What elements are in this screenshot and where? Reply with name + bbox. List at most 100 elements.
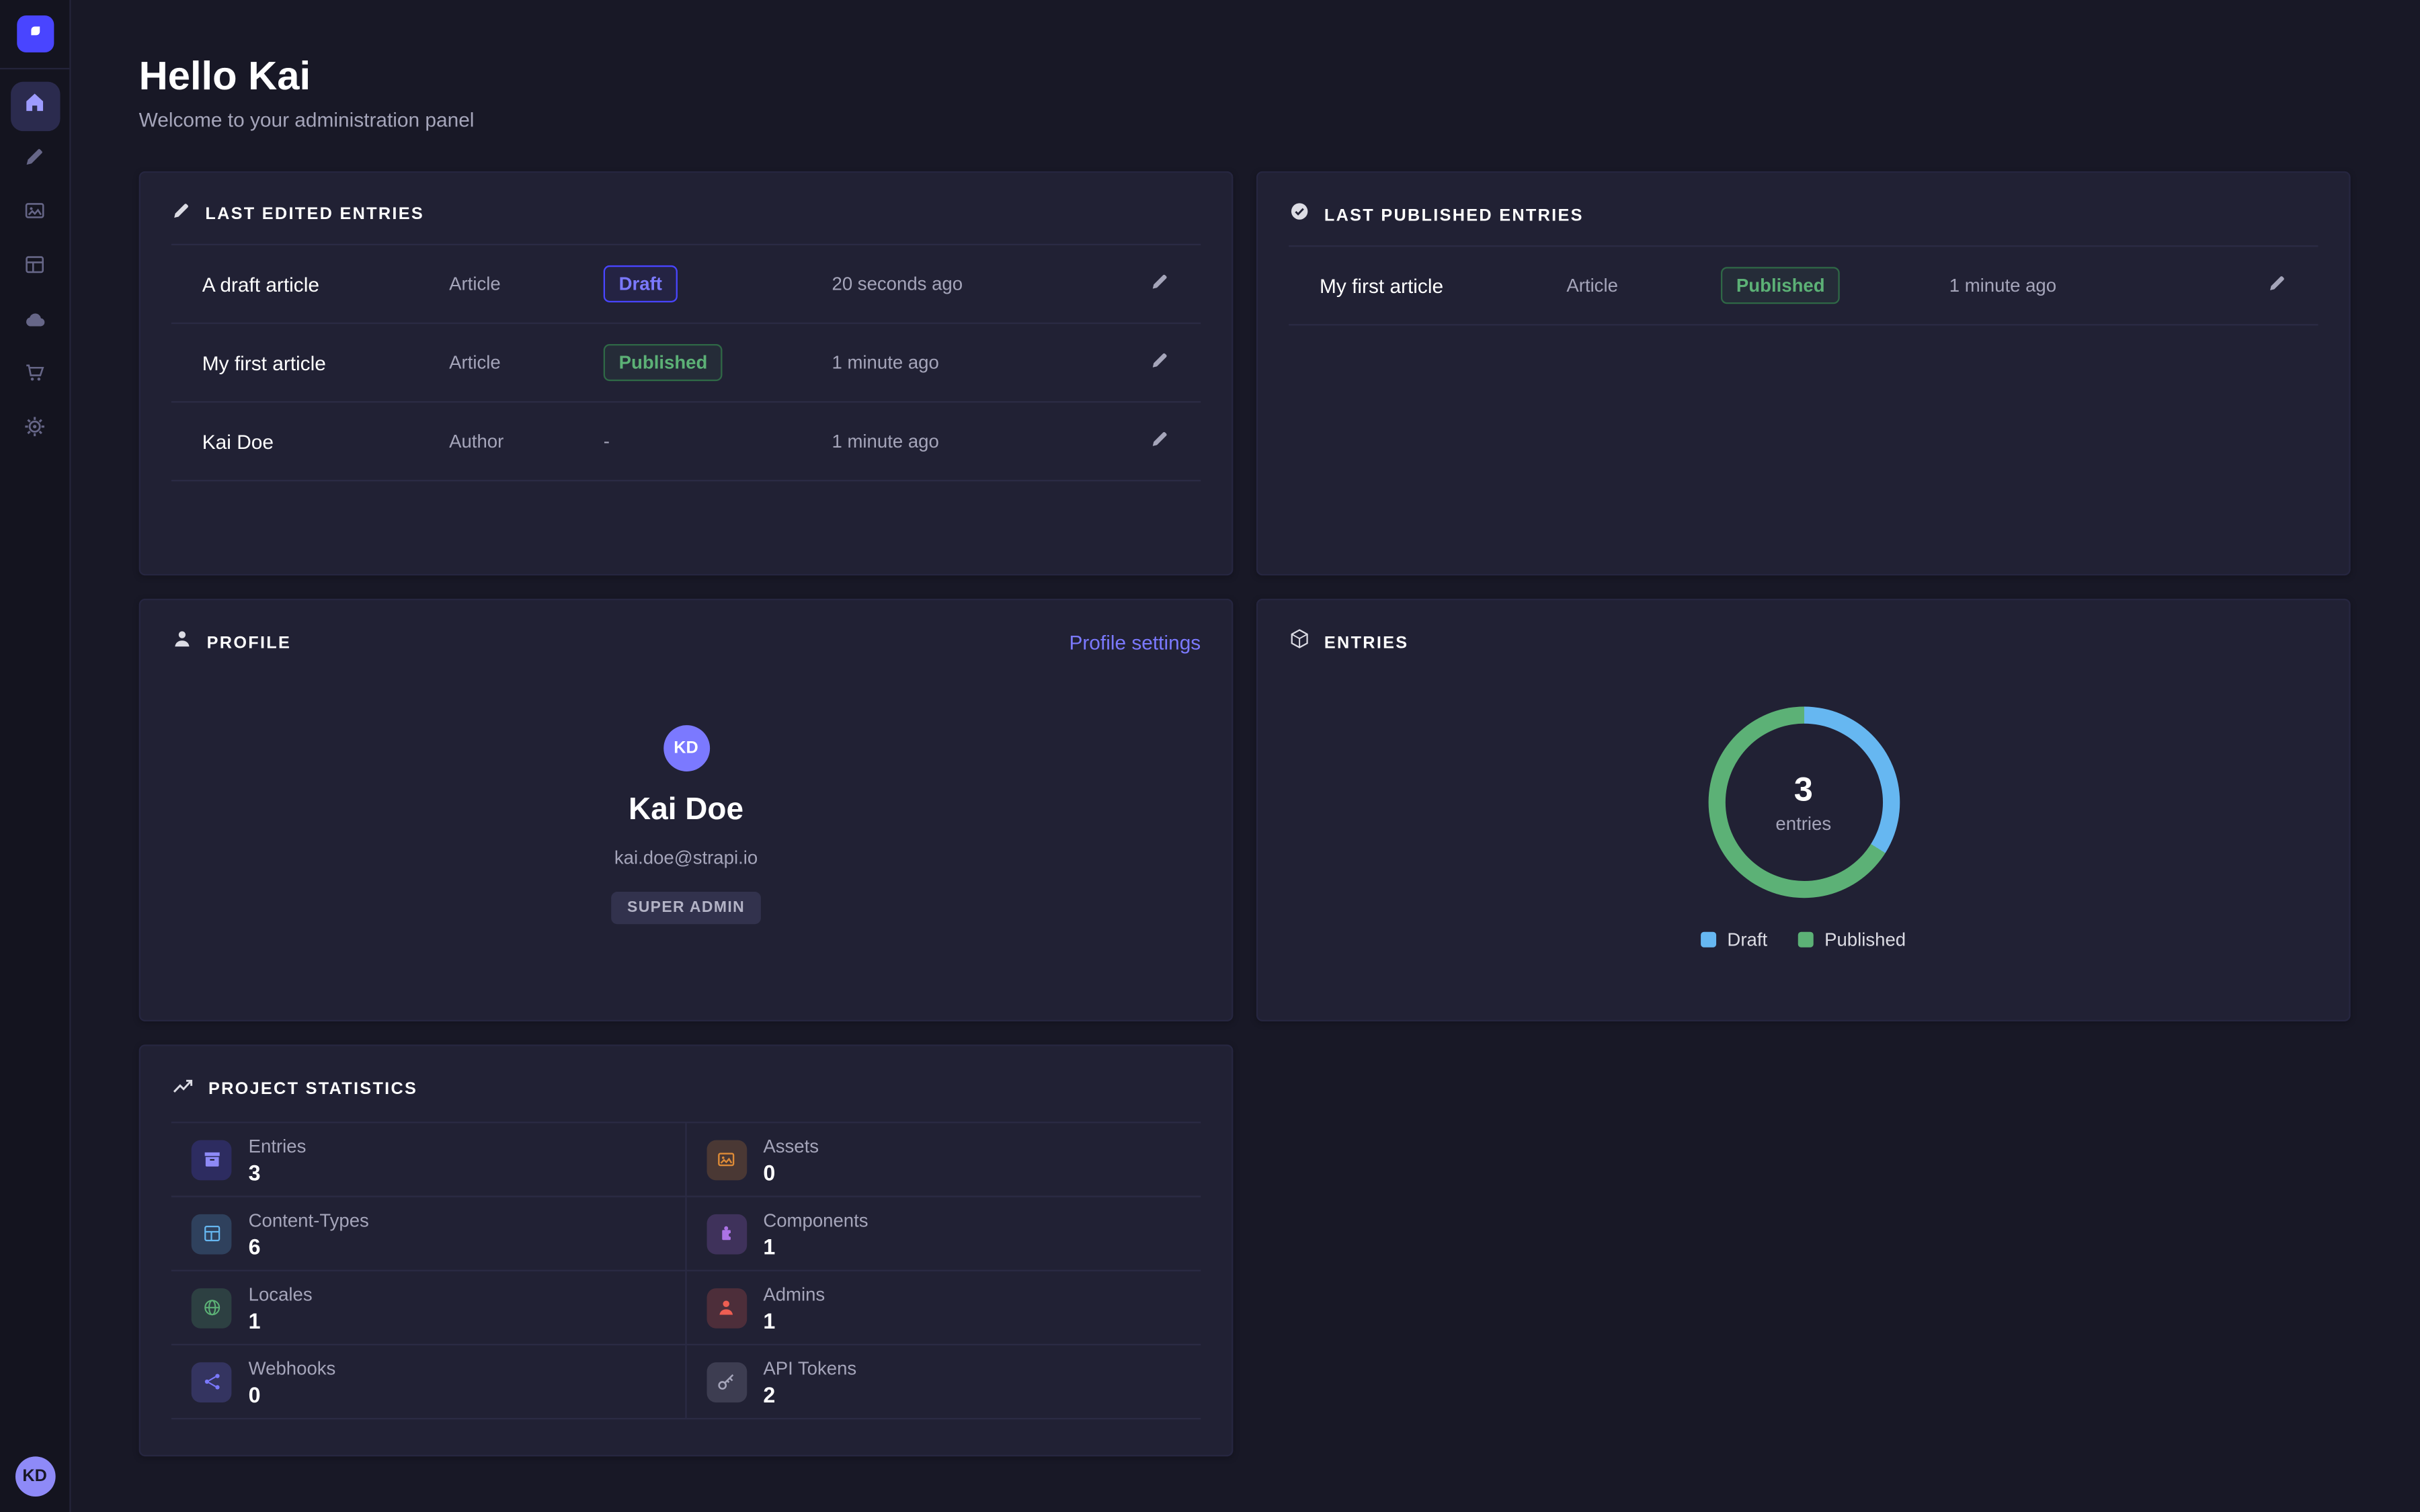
card-profile: PROFILE Profile settings KD Kai Doe kai.… <box>139 599 1234 1021</box>
pencil-icon <box>1150 429 1170 454</box>
grid-layout-icon <box>192 1214 232 1254</box>
stat-locales: Locales1 <box>171 1271 686 1345</box>
sidebar-item-home[interactable] <box>10 82 59 131</box>
profile-email: kai.doe@strapi.io <box>614 847 758 868</box>
stat-value: 3 <box>249 1159 307 1184</box>
sidebar-footer: KD <box>15 1456 55 1512</box>
sidebar: KD <box>0 0 71 1512</box>
check-circle-icon <box>1289 200 1310 230</box>
stat-label: Webhooks <box>249 1357 336 1378</box>
strapi-admin-dashboard: KD Hello Kai Welcome to your administrat… <box>0 0 2420 1512</box>
sidebar-item-marketplace[interactable] <box>10 351 59 401</box>
stat-label: Entries <box>249 1135 307 1157</box>
sidebar-nav <box>10 82 59 456</box>
entry-time: 1 minute ago <box>1949 275 2251 296</box>
dashboard-grid: LAST EDITED ENTRIES A draft article Arti… <box>139 171 2351 1457</box>
edit-entry-button[interactable] <box>1150 350 1170 375</box>
card-last-edited-entries: LAST EDITED ENTRIES A draft article Arti… <box>139 171 1234 576</box>
pencil-icon <box>171 200 192 228</box>
entry-type: Article <box>1566 275 1721 296</box>
stats-grid: Entries3 Assets0 Content-Types6 Componen… <box>171 1122 1201 1419</box>
entry-time: 1 minute ago <box>832 351 1133 373</box>
entries-count: 3 <box>1794 770 1813 810</box>
sidebar-item-deploy[interactable] <box>10 298 59 347</box>
entries-chart: 3 entries Draft Published <box>1289 673 2318 950</box>
pencil-icon <box>2267 273 2288 298</box>
sidebar-item-media-library[interactable] <box>10 190 59 239</box>
image-icon <box>23 199 46 230</box>
card-header: PROJECT STATISTICS <box>171 1074 1201 1105</box>
stat-webhooks: Webhooks 0 <box>171 1345 686 1419</box>
layout-icon <box>23 253 46 284</box>
card-title: PROJECT STATISTICS <box>208 1080 417 1099</box>
card-project-statistics: PROJECT STATISTICS Entries3 Assets0 Co <box>139 1044 1234 1456</box>
profile-avatar: KD <box>663 725 709 771</box>
status-badge: Published <box>604 344 723 381</box>
entry-title: A draft article <box>202 272 449 295</box>
edit-entry-button[interactable] <box>2267 273 2288 298</box>
table-row[interactable]: A draft article Article Draft 20 seconds… <box>171 245 1201 324</box>
gear-icon <box>23 415 46 446</box>
user-icon <box>706 1288 746 1328</box>
stat-value: 1 <box>763 1308 825 1333</box>
role-badge: SUPER ADMIN <box>612 892 760 924</box>
card-header: ENTRIES <box>1289 628 2318 657</box>
status-badge: Draft <box>604 265 678 302</box>
profile-name: Kai Doe <box>629 793 743 829</box>
table-row[interactable]: My first article Article Published 1 min… <box>171 324 1201 403</box>
stat-content-types: Content-Types6 <box>171 1198 686 1271</box>
pencil-ruler-icon <box>23 145 46 176</box>
card-title: LAST PUBLISHED ENTRIES <box>1324 206 1584 225</box>
strapi-logo[interactable] <box>16 15 53 52</box>
sidebar-item-content-type-builder[interactable] <box>10 136 59 185</box>
legend-item-published: Published <box>1798 929 1906 950</box>
entries-count-label: entries <box>1775 813 1831 835</box>
stat-value: 0 <box>249 1382 336 1406</box>
donut-chart: 3 entries <box>1707 707 1899 898</box>
card-header: PROFILE Profile settings <box>171 628 1201 657</box>
stat-assets: Assets0 <box>686 1123 1201 1197</box>
workspace-header <box>0 0 69 69</box>
stat-value: 2 <box>763 1382 856 1406</box>
card-title: ENTRIES <box>1324 633 1409 652</box>
legend-label: Published <box>1824 929 1906 950</box>
cart-icon <box>23 361 46 392</box>
key-icon <box>706 1361 746 1402</box>
draft-swatch-icon <box>1701 932 1716 948</box>
status-badge: Published <box>1721 267 1841 304</box>
entry-type: Article <box>449 273 604 294</box>
stat-value: 0 <box>763 1159 819 1184</box>
status-dash: - <box>604 431 832 452</box>
page-header: Hello Kai Welcome to your administration… <box>139 52 2351 131</box>
user-icon <box>171 628 193 657</box>
stat-label: Assets <box>763 1135 819 1157</box>
table-row[interactable]: My first article Article Published 1 min… <box>1289 247 2318 325</box>
pencil-icon <box>1150 350 1170 375</box>
edit-entry-button[interactable] <box>1150 271 1170 296</box>
image-icon <box>706 1140 746 1180</box>
stat-entries: Entries3 <box>171 1123 686 1197</box>
pencil-icon <box>1150 271 1170 296</box>
globe-icon <box>192 1288 232 1328</box>
puzzle-icon <box>706 1214 746 1254</box>
stat-components: Components 1 <box>686 1198 1201 1271</box>
card-entries: ENTRIES 3 entries Draft <box>1256 599 2351 1021</box>
main-content: Hello Kai Welcome to your administration… <box>71 0 2420 1512</box>
page-title: Hello Kai <box>139 52 2351 100</box>
user-avatar[interactable]: KD <box>15 1456 55 1497</box>
sidebar-item-settings[interactable] <box>10 406 59 455</box>
table-row[interactable]: Kai Doe Author - 1 minute ago <box>171 403 1201 481</box>
entry-type: Article <box>449 351 604 373</box>
stat-label: Components <box>763 1209 868 1230</box>
edit-entry-button[interactable] <box>1150 429 1170 454</box>
stat-label: Content-Types <box>249 1209 369 1230</box>
published-swatch-icon <box>1798 932 1814 948</box>
stat-label: Admins <box>763 1283 825 1304</box>
last-edited-table: A draft article Article Draft 20 seconds… <box>171 244 1201 482</box>
profile-settings-link[interactable]: Profile settings <box>1069 631 1201 654</box>
entry-time: 1 minute ago <box>832 431 1133 452</box>
stat-value: 1 <box>763 1234 868 1259</box>
sidebar-item-content-manager[interactable] <box>10 244 59 293</box>
box-icon <box>192 1140 232 1180</box>
last-published-table: My first article Article Published 1 min… <box>1289 245 2318 325</box>
